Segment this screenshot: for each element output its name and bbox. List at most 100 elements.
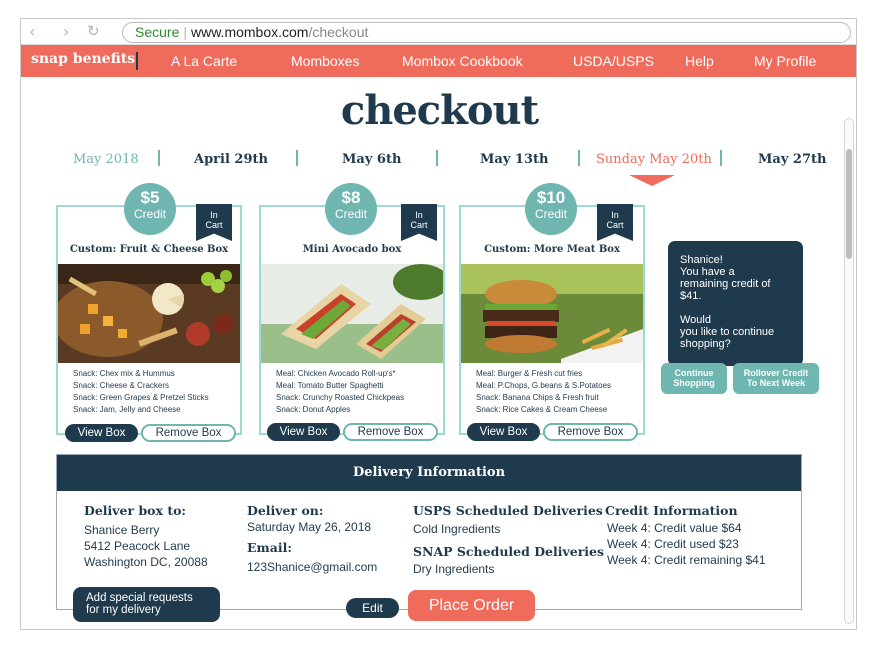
brand-logo[interactable]: snap benefits [31, 51, 135, 67]
browser-window: ‹ › ↻ Secure | www.mombox.com/checkout sna… [20, 18, 857, 630]
nav-item-cookbook[interactable]: Mombox Cookbook [402, 53, 523, 69]
scrollbar-thumb[interactable] [846, 149, 852, 259]
week-tab-may-13[interactable]: May 13th [480, 152, 548, 167]
deliver-on-date: Saturday May 26, 2018 [247, 520, 372, 534]
nav-item-a-la-carte[interactable]: A La Carte [171, 53, 237, 69]
nav-item-help[interactable]: Help [685, 53, 714, 69]
button-label: for my delivery [86, 604, 161, 616]
top-navigation: snap benefits A La Carte Momboxes Mombox… [21, 45, 856, 77]
date-divider [578, 150, 580, 166]
in-cart-line1: In [611, 210, 619, 220]
date-divider [158, 150, 160, 166]
in-cart-badge: In Cart [401, 204, 437, 241]
continue-shopping-button[interactable]: Continue Shopping [661, 363, 727, 394]
fruit-cheese-photo [58, 264, 240, 363]
email-value: 123Shanice@gmail.com [247, 560, 378, 574]
page-scrollbar[interactable] [844, 118, 854, 624]
remaining-credit-panel: Shanice! You have a remaining credit of … [668, 241, 803, 366]
box-title: Custom: Fruit & Cheese Box [69, 244, 229, 255]
credit-amount: $10 [536, 188, 566, 207]
credit-info-line: Week 4: Credit remaining $41 [607, 553, 766, 567]
box-title: Mini Avocado box [302, 244, 402, 255]
rollover-credit-button[interactable]: Rollover Credit To Next Week [733, 363, 819, 394]
credit-badge: $8 Credit [325, 183, 377, 235]
list-item: Snack: Jam, Jelly and Cheese [73, 405, 181, 414]
in-cart-line1: In [415, 210, 423, 220]
week-tab-may-6[interactable]: May 6th [342, 152, 401, 167]
box-items-list: Snack: Chex mix & Hummus Snack: Cheese &… [73, 368, 209, 416]
box-items-list: Meal: Chicken Avocado Roll-up's* Meal: T… [276, 368, 404, 416]
edit-button[interactable]: Edit [346, 598, 399, 618]
nav-item-my-profile[interactable]: My Profile [754, 53, 816, 69]
nav-item-usda-usps[interactable]: USDA/USPS [573, 53, 654, 69]
list-item: Meal: Burger & Fresh cut fries [476, 369, 583, 378]
nav-item-momboxes[interactable]: Momboxes [291, 53, 359, 69]
delivery-heading: Delivery Information [57, 455, 801, 491]
credit-label: Credit [534, 207, 567, 221]
credit-label: Credit [133, 207, 166, 221]
box-card-mini-avocado: $8 Credit In Cart Mini Avocado box Meal:… [259, 183, 445, 435]
credit-info-line: Week 4: Credit value $64 [607, 521, 742, 535]
week-tab-april-29[interactable]: April 29th [194, 152, 268, 167]
special-requests-button[interactable]: Add special requests for my delivery [73, 587, 220, 622]
list-item: Snack: Chex mix & Hummus [73, 369, 175, 378]
place-order-button[interactable]: Place Order [408, 590, 535, 621]
button-label: To Next Week [746, 378, 806, 388]
list-item: Meal: P.Chops, G.beans & S.Potatoes [476, 381, 612, 390]
list-item: Snack: Rice Cakes & Cream Cheese [476, 405, 608, 414]
promo-line: Shanice! [680, 254, 723, 266]
month-label[interactable]: May 2018 [73, 152, 139, 167]
date-divider [720, 150, 722, 166]
city-address: Washington DC, 20088 [84, 555, 208, 569]
box-items-list: Meal: Burger & Fresh cut fries Meal: P.C… [476, 368, 611, 416]
nav-divider [136, 52, 138, 70]
deliver-to-label: Deliver box to: [84, 503, 187, 518]
credit-badge: $5 Credit [124, 183, 176, 235]
credit-info-line: Week 4: Credit used $23 [607, 537, 739, 551]
list-item: Snack: Crunchy Roasted Chickpeas [276, 393, 405, 402]
in-cart-line1: In [210, 210, 218, 220]
burger-photo [461, 264, 643, 363]
secure-label: Secure [135, 24, 180, 40]
box-title: Custom: More Meat Box [484, 244, 620, 255]
promo-line: You have a [680, 266, 735, 278]
view-box-button[interactable]: View Box [267, 423, 340, 441]
remove-box-button[interactable]: Remove Box [343, 423, 438, 441]
reload-icon[interactable]: ↻ [87, 22, 100, 40]
remove-box-button[interactable]: Remove Box [141, 424, 236, 442]
date-divider [296, 150, 298, 166]
back-icon[interactable]: ‹ [29, 22, 35, 41]
browser-toolbar: ‹ › ↻ Secure | www.mombox.com/checkout [21, 19, 856, 45]
forward-icon[interactable]: › [63, 22, 69, 41]
button-label: Shopping [673, 378, 715, 388]
credit-amount: $5 [140, 188, 160, 207]
in-cart-badge: In Cart [196, 204, 232, 241]
usps-deliveries-label: USPS Scheduled Deliveries [413, 503, 603, 518]
deliver-on-label: Deliver on: [247, 503, 324, 518]
list-item: Snack: Cheese & Crackers [73, 381, 170, 390]
page-title: checkout [340, 87, 539, 134]
snap-deliveries-label: SNAP Scheduled Deliveries [413, 544, 605, 559]
promo-line: shopping? [680, 338, 731, 350]
button-label: Continue [674, 368, 714, 378]
view-box-button[interactable]: View Box [65, 424, 138, 442]
week-tab-may-27[interactable]: May 27th [758, 152, 826, 167]
url-path: /checkout [308, 24, 369, 40]
address-bar[interactable]: Secure | www.mombox.com/checkout [122, 22, 851, 43]
box-card-fruit-cheese: $5 Credit In Cart Custom: Fruit & Cheese… [56, 183, 242, 435]
snap-deliveries-value: Dry Ingredients [413, 562, 495, 576]
credit-amount: $8 [341, 188, 361, 207]
box-card-more-meat: $10 Credit In Cart Custom: More Meat Box [459, 183, 645, 435]
remove-box-button[interactable]: Remove Box [543, 423, 638, 441]
credit-badge: $10 Credit [525, 183, 577, 235]
in-cart-badge: In Cart [597, 204, 633, 241]
credit-information-label: Credit Information [605, 503, 738, 518]
email-label: Email: [247, 540, 292, 555]
url-domain: www.mombox.com [191, 24, 309, 40]
button-label: Rollover Credit [743, 368, 809, 378]
date-divider [436, 150, 438, 166]
week-tab-may-20-active[interactable]: Sunday May 20th [596, 152, 712, 167]
promo-line: you like to continue [680, 326, 775, 338]
street-address: 5412 Peacock Lane [84, 539, 191, 553]
view-box-button[interactable]: View Box [467, 423, 540, 441]
